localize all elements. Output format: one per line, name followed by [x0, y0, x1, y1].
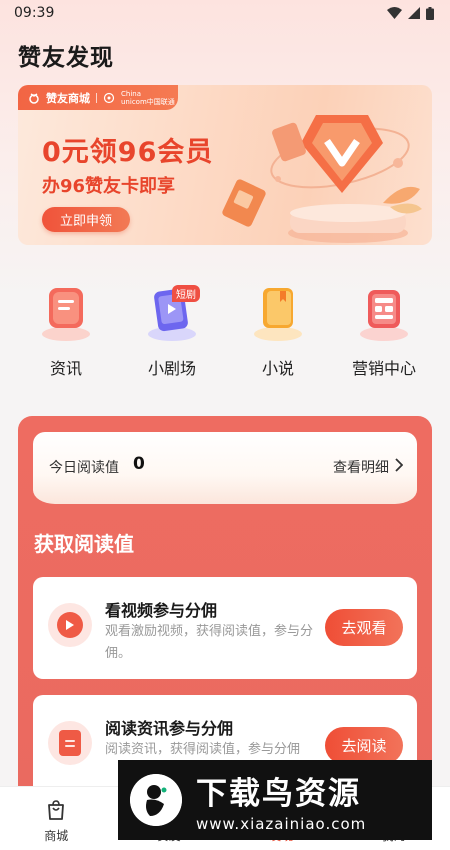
go-watch-button[interactable]: 去观看	[325, 609, 403, 646]
brand-logo-icon	[29, 92, 39, 104]
status-icons	[387, 6, 434, 20]
go-read-button[interactable]: 去阅读	[325, 727, 403, 764]
shop-bag-icon	[44, 797, 68, 823]
document-icon	[59, 730, 81, 756]
quick-link-label: 小剧场	[147, 359, 196, 378]
task-card-video: 看视频参与分佣 观看激励视频，获得阅读值，参与分佣。 去观看	[33, 577, 417, 679]
short-drama-badge: 短剧	[172, 285, 200, 302]
task-icon-bg	[48, 721, 92, 765]
quick-links: 资讯 短剧 小剧场 小说 营销中心	[18, 282, 432, 382]
banner-partner-line2: unicom中国联通	[121, 97, 175, 106]
quick-link-news[interactable]: 资讯	[18, 282, 114, 382]
status-bar: 09:39	[0, 0, 450, 26]
watermark-title: 下载鸟资源	[196, 775, 361, 812]
quick-link-novel[interactable]: 小说	[230, 282, 326, 382]
chevron-right-icon[interactable]	[395, 458, 403, 472]
signal-icon	[408, 7, 420, 19]
task-description: 观看激励视频，获得阅读值，参与分佣。	[105, 624, 314, 661]
novel-icon	[254, 288, 302, 341]
bird-logo-icon	[130, 774, 182, 826]
today-reading-value: 0	[133, 454, 145, 474]
quick-link-marketing-center[interactable]: 营销中心	[336, 282, 432, 382]
watermark-overlay: 下载鸟资源 www.xiazainiao.com	[118, 760, 432, 840]
status-time: 09:39	[14, 5, 55, 21]
task-title: 阅读资讯参与分佣	[105, 719, 234, 738]
banner-illustration	[222, 115, 422, 243]
short-drama-icon-wrap: 短剧	[142, 282, 202, 342]
battery-icon	[426, 6, 434, 20]
banner-brand-name: 赞友商城	[46, 91, 90, 105]
wifi-icon	[387, 7, 402, 19]
watermark-url: www.xiazainiao.com	[196, 814, 367, 833]
banner-headline: 0元领96会员	[42, 137, 214, 168]
play-icon	[57, 612, 83, 638]
page-title: 赞友发现	[18, 45, 114, 71]
banner-partner: China unicom中国联通	[121, 90, 175, 106]
view-details-link[interactable]: 查看明细	[333, 457, 389, 477]
unicom-logo-icon	[103, 92, 115, 103]
task-icon-bg	[48, 603, 92, 647]
watermark-text-block: 下载鸟资源 www.xiazainiao.com	[196, 768, 366, 833]
nav-tab-shop[interactable]: 商城	[16, 797, 96, 844]
banner-subheadline: 办96赞友卡即享	[42, 176, 176, 197]
nav-label: 商城	[44, 829, 69, 843]
banner-partner-line1: China	[121, 89, 141, 98]
earn-reading-title: 获取阅读值	[34, 532, 134, 556]
today-reading-card: 今日阅读值 0 查看明细	[33, 432, 417, 504]
quick-link-label: 小说	[261, 359, 294, 378]
task-title: 看视频参与分佣	[105, 601, 218, 620]
marketing-center-icon	[360, 290, 408, 341]
quick-link-label: 营销中心	[351, 359, 416, 378]
reading-value-panel: 今日阅读值 0 查看明细 获取阅读值 看视频参与分佣 观看激励视频，获得阅读值，…	[18, 416, 432, 816]
news-icon	[42, 288, 90, 341]
task-description: 阅读资讯，获得阅读值，参与分佣	[105, 742, 301, 757]
banner-tag-divider	[96, 92, 97, 103]
quick-link-short-drama[interactable]: 短剧 小剧场	[124, 282, 220, 382]
apply-now-button[interactable]: 立即申领	[42, 207, 130, 232]
banner-brand-tag: 赞友商城 China unicom中国联通	[18, 85, 178, 110]
today-reading-label: 今日阅读值	[49, 460, 119, 476]
quick-link-label: 资讯	[49, 359, 82, 378]
promo-banner[interactable]: 赞友商城 China unicom中国联通 0元领96会员 办96赞友卡即享 立…	[18, 85, 432, 245]
